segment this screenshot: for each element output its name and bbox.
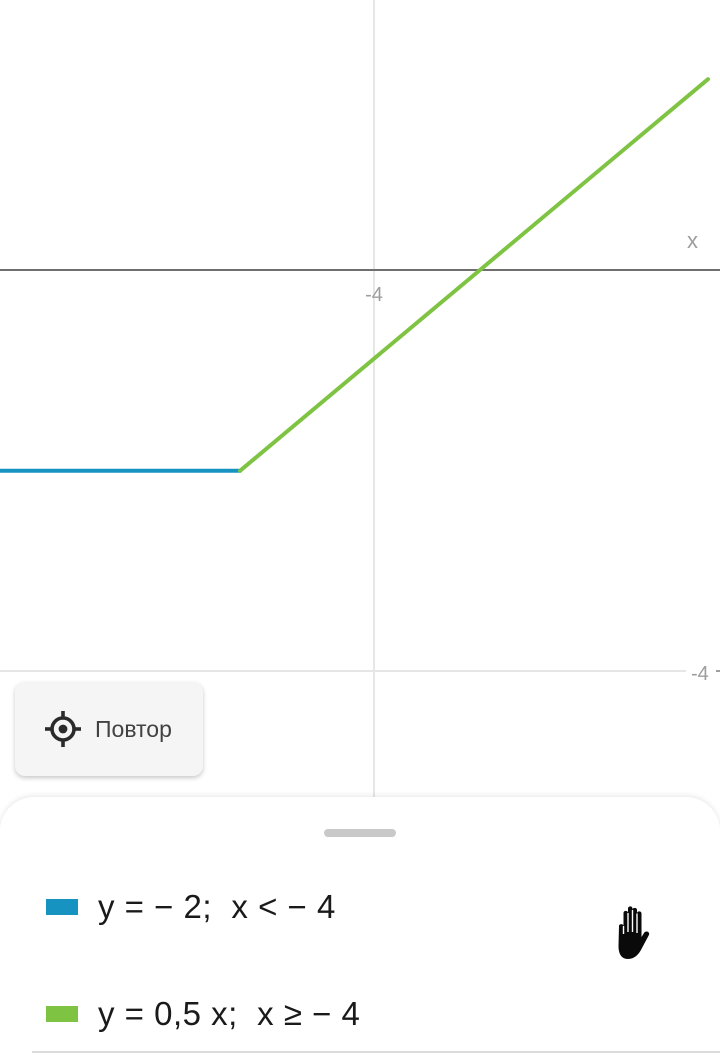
divider (32, 1051, 720, 1053)
legend-item[interactable]: y = − 2; x < − 4 (46, 877, 336, 937)
crosshair-icon (45, 711, 81, 747)
x-axis-label: x (687, 228, 698, 253)
legend-formula: y = − 2; x < − 4 (98, 888, 336, 925)
legend-item[interactable]: y = 0,5 x; x ≥ − 4 (46, 984, 360, 1044)
hand-icon[interactable] (610, 903, 658, 965)
legend-swatch (46, 899, 78, 915)
y-tick-label: -4 (691, 663, 709, 685)
legend-sheet: y = − 2; x < − 4 y = 0,5 x; x ≥ − 4 (0, 797, 720, 1063)
recenter-button[interactable]: Повтор (15, 682, 203, 776)
series-layer (0, 77, 710, 473)
series-line-2[interactable] (238, 77, 710, 473)
drag-handle[interactable] (324, 829, 396, 837)
x-tick-label: -4 (365, 284, 383, 306)
legend-formula: y = 0,5 x; x ≥ − 4 (98, 995, 361, 1032)
legend-swatch (46, 1006, 78, 1022)
recenter-label: Повтор (95, 715, 172, 742)
